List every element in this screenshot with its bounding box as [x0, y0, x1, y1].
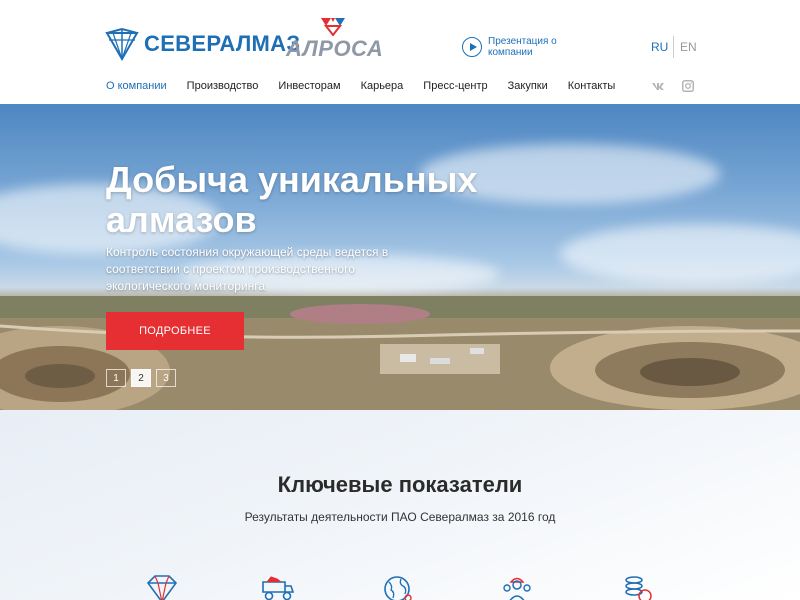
nav-item-procurement[interactable]: Закупки [508, 80, 548, 92]
vk-icon[interactable] [651, 80, 665, 92]
alrosa-mark-icon [321, 18, 345, 36]
instagram-icon[interactable] [681, 80, 695, 92]
nav-item-contacts[interactable]: Контакты [568, 80, 616, 92]
workers-icon [503, 577, 531, 600]
nav-item-investors[interactable]: Инвесторам [278, 80, 340, 92]
lang-en-link[interactable]: EN [680, 40, 697, 54]
lang-divider [673, 36, 674, 58]
severalmaz-logo-text: СЕВЕРАЛМАЗ [144, 31, 301, 56]
alrosa-logo-text: АЛРОСА [286, 36, 384, 61]
main-nav: О компании Производство Инвесторам Карье… [106, 80, 635, 92]
globe-icon [384, 576, 412, 600]
severalmaz-logo[interactable]: СЕВЕРАЛМАЗ [104, 26, 300, 62]
nav-item-career[interactable]: Карьера [361, 80, 404, 92]
indicators-subtitle: Результаты деятельности ПАО Севералмаз з… [244, 510, 556, 524]
hero-banner: Добыча уникальных алмазов Контроль состо… [0, 104, 800, 410]
diamond-logo-icon [105, 28, 139, 61]
indicators-title: Ключевые показатели [277, 472, 523, 497]
nav-item-production[interactable]: Производство [187, 80, 259, 92]
nav-item-press[interactable]: Пресс-центр [423, 80, 487, 92]
hero-more-button[interactable]: ПОДРОБНЕЕ [106, 312, 244, 350]
site-header: СЕВЕРАЛМАЗ АЛРОСА Презентация о компании… [0, 0, 800, 104]
hero-title: Добыча уникальных алмазов [106, 159, 478, 240]
hero-cloud [560, 224, 800, 284]
lang-ru-link[interactable]: RU [651, 40, 668, 54]
presentation-label: Презентация о компании [488, 36, 557, 58]
key-indicators-section: Ключевые показатели Результаты деятельно… [0, 410, 800, 600]
coins-icon [625, 576, 652, 600]
play-icon [462, 37, 482, 57]
diamond-icon [146, 575, 178, 600]
slider-pagination: 1 2 3 [106, 369, 181, 387]
dump-truck-icon [262, 576, 295, 600]
slide-dot-2[interactable]: 2 [131, 369, 151, 387]
slide-dot-1[interactable]: 1 [106, 369, 126, 387]
presentation-link[interactable]: Презентация о компании [462, 36, 568, 58]
hero-subtitle: Контроль состояния окружающей среды веде… [106, 245, 389, 293]
nav-item-about[interactable]: О компании [106, 80, 167, 92]
slide-dot-3[interactable]: 3 [156, 369, 176, 387]
alrosa-logo[interactable]: АЛРОСА [286, 16, 386, 61]
